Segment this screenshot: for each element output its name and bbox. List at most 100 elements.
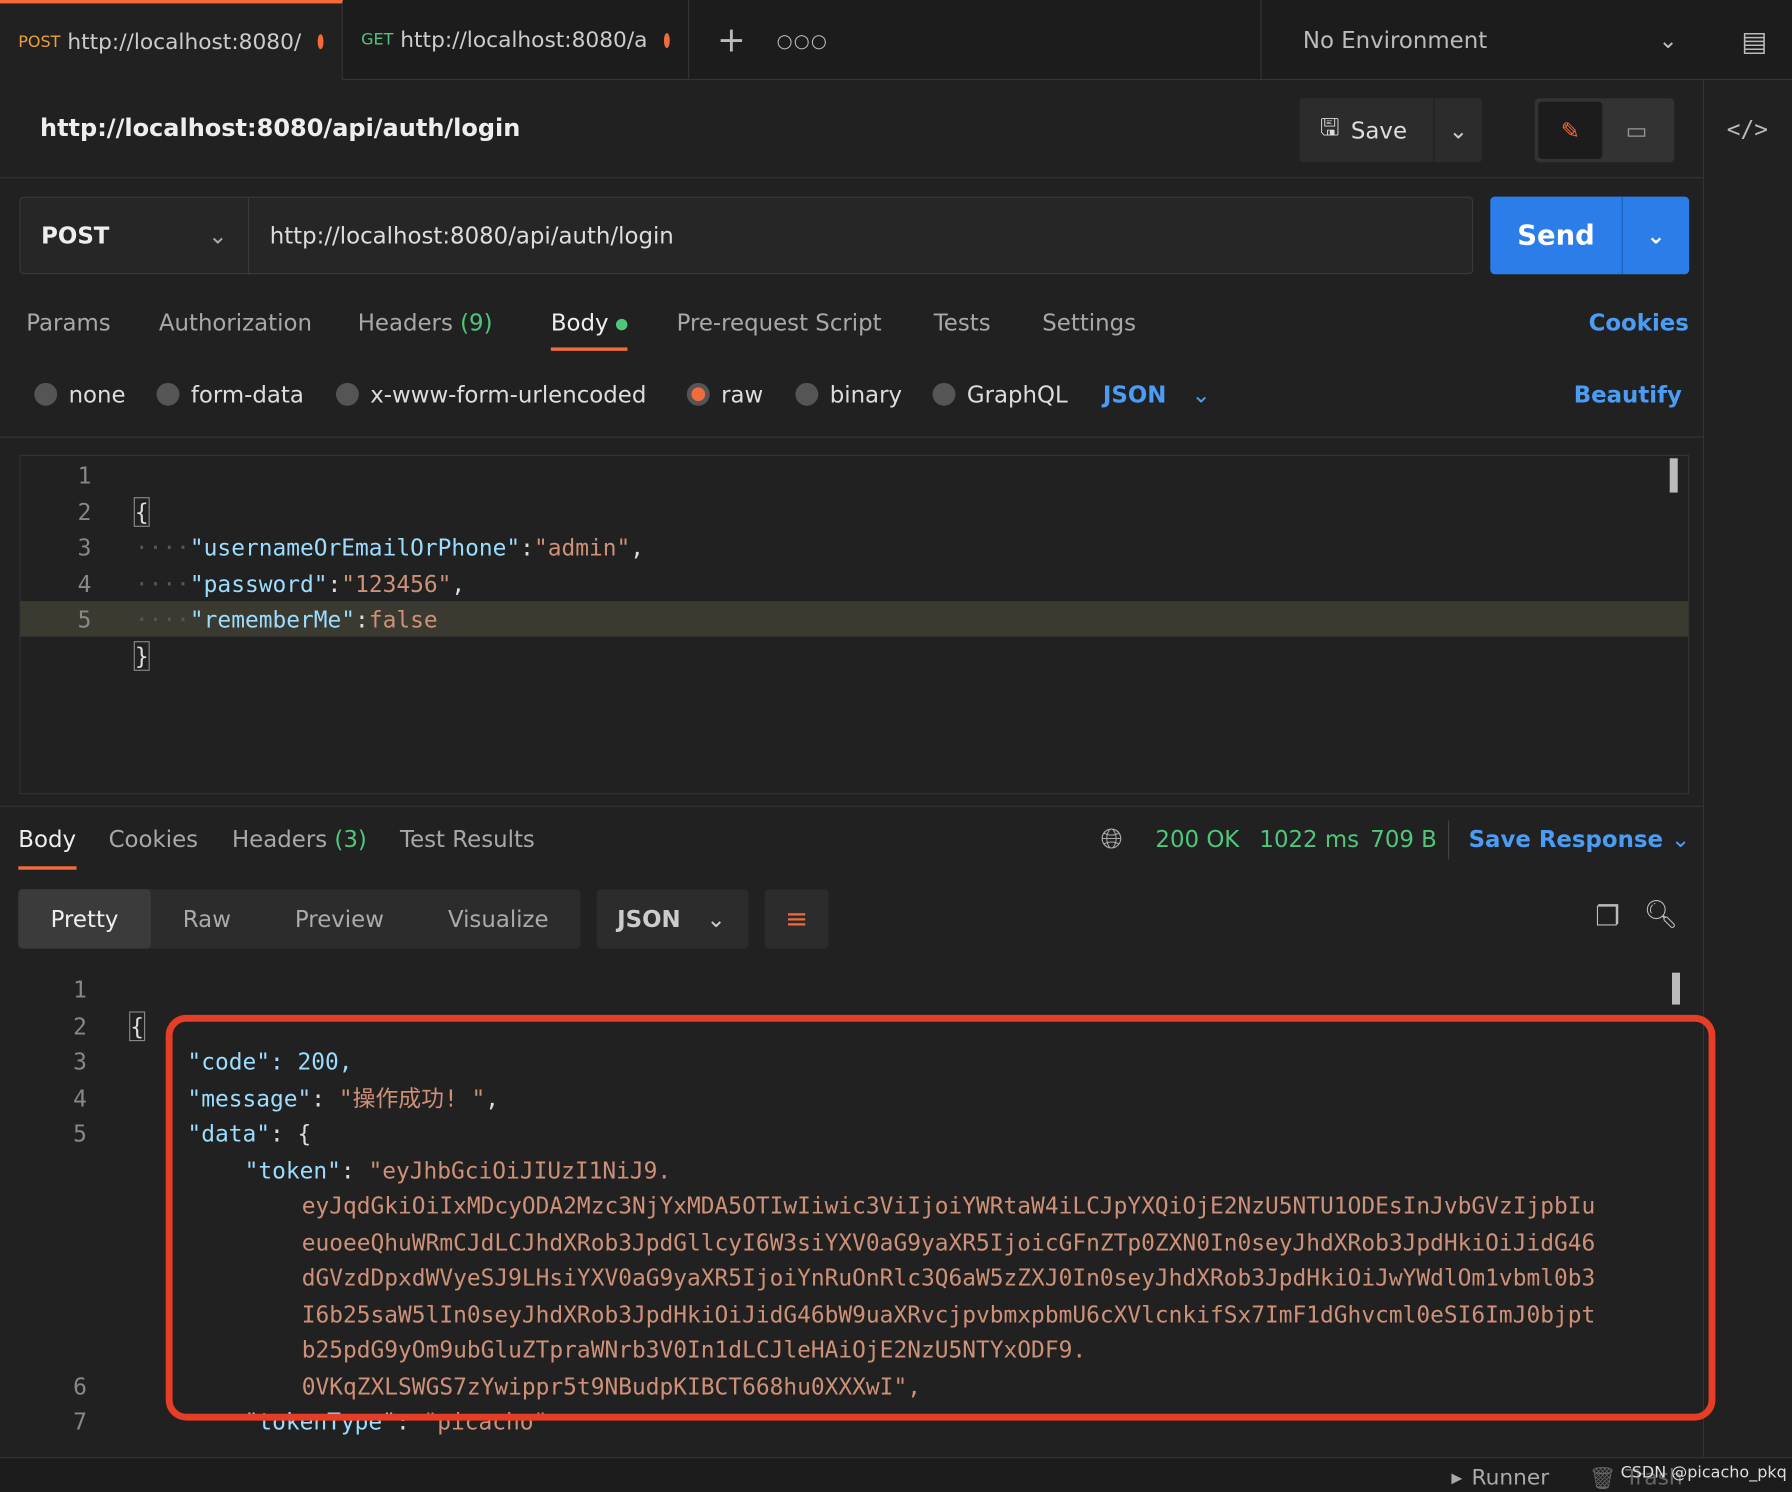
save-button[interactable]: 🖫 Save [1299,98,1435,163]
wrap-lines-icon[interactable]: ≡ [764,889,829,949]
tab-body[interactable]: Body [550,308,628,351]
method-label: POST [41,221,110,250]
tab-url: http://localhost:8080/a [400,27,648,53]
response-tab-test-results[interactable]: Test Results [400,825,535,852]
view-pretty[interactable]: Pretty [18,889,151,949]
brace: { [133,496,150,527]
request-tab-get[interactable]: GET http://localhost:8080/a [343,0,690,80]
format-label: JSON [1102,380,1167,408]
radio-icon [156,382,180,406]
url-bar: POST ⌄ http://localhost:8080/api/auth/log… [19,196,1474,275]
radio-icon [335,382,359,406]
radio-label: form-data [190,380,304,408]
trash-icon: 🗑︎ [1588,1466,1617,1492]
tab-params[interactable]: Params [26,309,110,336]
beautify-link[interactable]: Beautify [1574,381,1682,408]
code-snippet-icon[interactable]: </> [1725,109,1771,150]
environment-quick-look-icon[interactable]: ▤ [1731,21,1777,62]
response-tab-cookies[interactable]: Cookies [109,825,198,852]
chevron-down-icon: ⌄ [1658,26,1678,54]
radio-binary[interactable]: binary [795,381,902,408]
divider [1447,820,1450,860]
edit-pencil-icon[interactable]: ✎ [1538,101,1603,159]
play-icon: ▸ [1451,1465,1463,1491]
status-code[interactable]: 200 OK [1155,825,1239,852]
chevron-down-icon: ⌄ [706,905,726,933]
radio-icon [795,382,819,406]
highlight-box [165,1014,1716,1421]
view-preview[interactable]: Preview [263,905,416,932]
search-icon[interactable]: 🔍︎ [1643,898,1678,930]
copy-icon[interactable]: ❐ [1595,901,1620,933]
chevron-down-icon: ⌄ [1670,825,1691,853]
scrollbar-thumb[interactable] [1671,972,1680,1005]
scrollbar-thumb[interactable] [1669,458,1678,493]
send-options-chevron-icon[interactable]: ⌄ [1623,197,1689,275]
radio-raw[interactable]: raw [686,380,764,408]
new-tab-plus-icon[interactable]: + [709,17,755,63]
unsaved-dot-icon [317,34,324,50]
chevron-down-icon: ⌄ [1191,380,1211,408]
view-mode-switch: Pretty Raw Preview Visualize [18,889,581,949]
radio-icon [34,382,58,406]
radio-urlencoded[interactable]: x-www-form-urlencoded [335,380,647,408]
radio-form-data[interactable]: form-data [156,380,304,408]
tab-headers[interactable]: Headers (9) [358,309,493,336]
radio-none[interactable]: none [34,381,126,408]
json-key: "rememberMe" [189,605,356,634]
url-input[interactable]: http://localhost:8080/api/auth/login [249,198,1472,273]
send-button[interactable]: Send [1490,196,1623,275]
tab-pre-request-script[interactable]: Pre-request Script [677,309,882,336]
brace: } [130,1441,1595,1446]
view-visualize[interactable]: Visualize [416,905,581,932]
response-time[interactable]: 1022 ms [1259,825,1359,852]
radio-label: raw [721,380,764,408]
comments-icon[interactable]: ▭ [1602,102,1671,159]
save-options-chevron-icon[interactable]: ⌄ [1434,117,1482,144]
brace: } [133,640,150,671]
request-body-editor[interactable]: 12345 {····"usernameOrEmailOrPhone":"adm… [19,454,1690,795]
more-tabs-icon[interactable]: ○○○ [777,17,827,63]
save-response-label: Save Response [1468,825,1663,853]
save-response-button[interactable]: Save Response ⌄ [1469,825,1691,852]
body-format-select[interactable]: JSON ⌄ [1103,381,1211,408]
json-key: "usernameOrEmailOrPhone" [189,533,521,562]
radio-selected-icon [686,382,710,406]
save-icon: 🖫 [1319,113,1340,141]
headers-count: (3) [334,825,367,853]
tab-url: http://localhost:8080/ [67,29,302,55]
tab-label: Headers [357,308,453,336]
divider [0,805,1703,807]
watermark: CSDN @picacho_pkq [1620,1463,1787,1483]
radio-graphql[interactable]: GraphQL [932,381,1068,408]
tab-label: Headers [231,825,328,853]
radio-label: binary [829,380,902,408]
request-title: http://localhost:8080/api/auth/login [39,114,521,142]
divider [0,177,1703,179]
response-size[interactable]: 709 B [1370,825,1437,852]
globe-icon[interactable]: 🌐︎ [1101,823,1123,855]
status-bar: ▸ Runner 🗑︎ Trash CSDN @picacho_pkq [0,1457,1792,1492]
runner-button[interactable]: ▸ Runner [1451,1465,1549,1490]
format-label: JSON [617,905,681,933]
tab-authorization[interactable]: Authorization [159,309,312,336]
response-tab-headers[interactable]: Headers (3) [232,825,367,852]
brace: { [129,1010,146,1041]
radio-label: x-www-form-urlencoded [370,380,647,408]
environment-select[interactable]: No Environment ⌄ [1260,0,1703,80]
method-select[interactable]: POST ⌄ [21,197,250,274]
send-button-group: Send ⌄ [1490,196,1690,275]
view-raw[interactable]: Raw [151,905,263,932]
response-tab-body[interactable]: Body [18,825,76,870]
request-tab-post[interactable]: POST http://localhost:8080/ [0,0,343,80]
tab-label: Body [550,308,609,336]
json-value: false [368,605,438,634]
response-format-select[interactable]: JSON ⌄ [596,889,749,949]
divider [0,436,1703,438]
cookies-link[interactable]: Cookies [1589,309,1689,336]
headers-count: (9) [460,308,493,336]
tab-settings[interactable]: Settings [1042,309,1136,336]
runner-label: Runner [1471,1465,1550,1491]
chevron-down-icon: ⌄ [208,221,228,250]
tab-tests[interactable]: Tests [934,309,991,336]
